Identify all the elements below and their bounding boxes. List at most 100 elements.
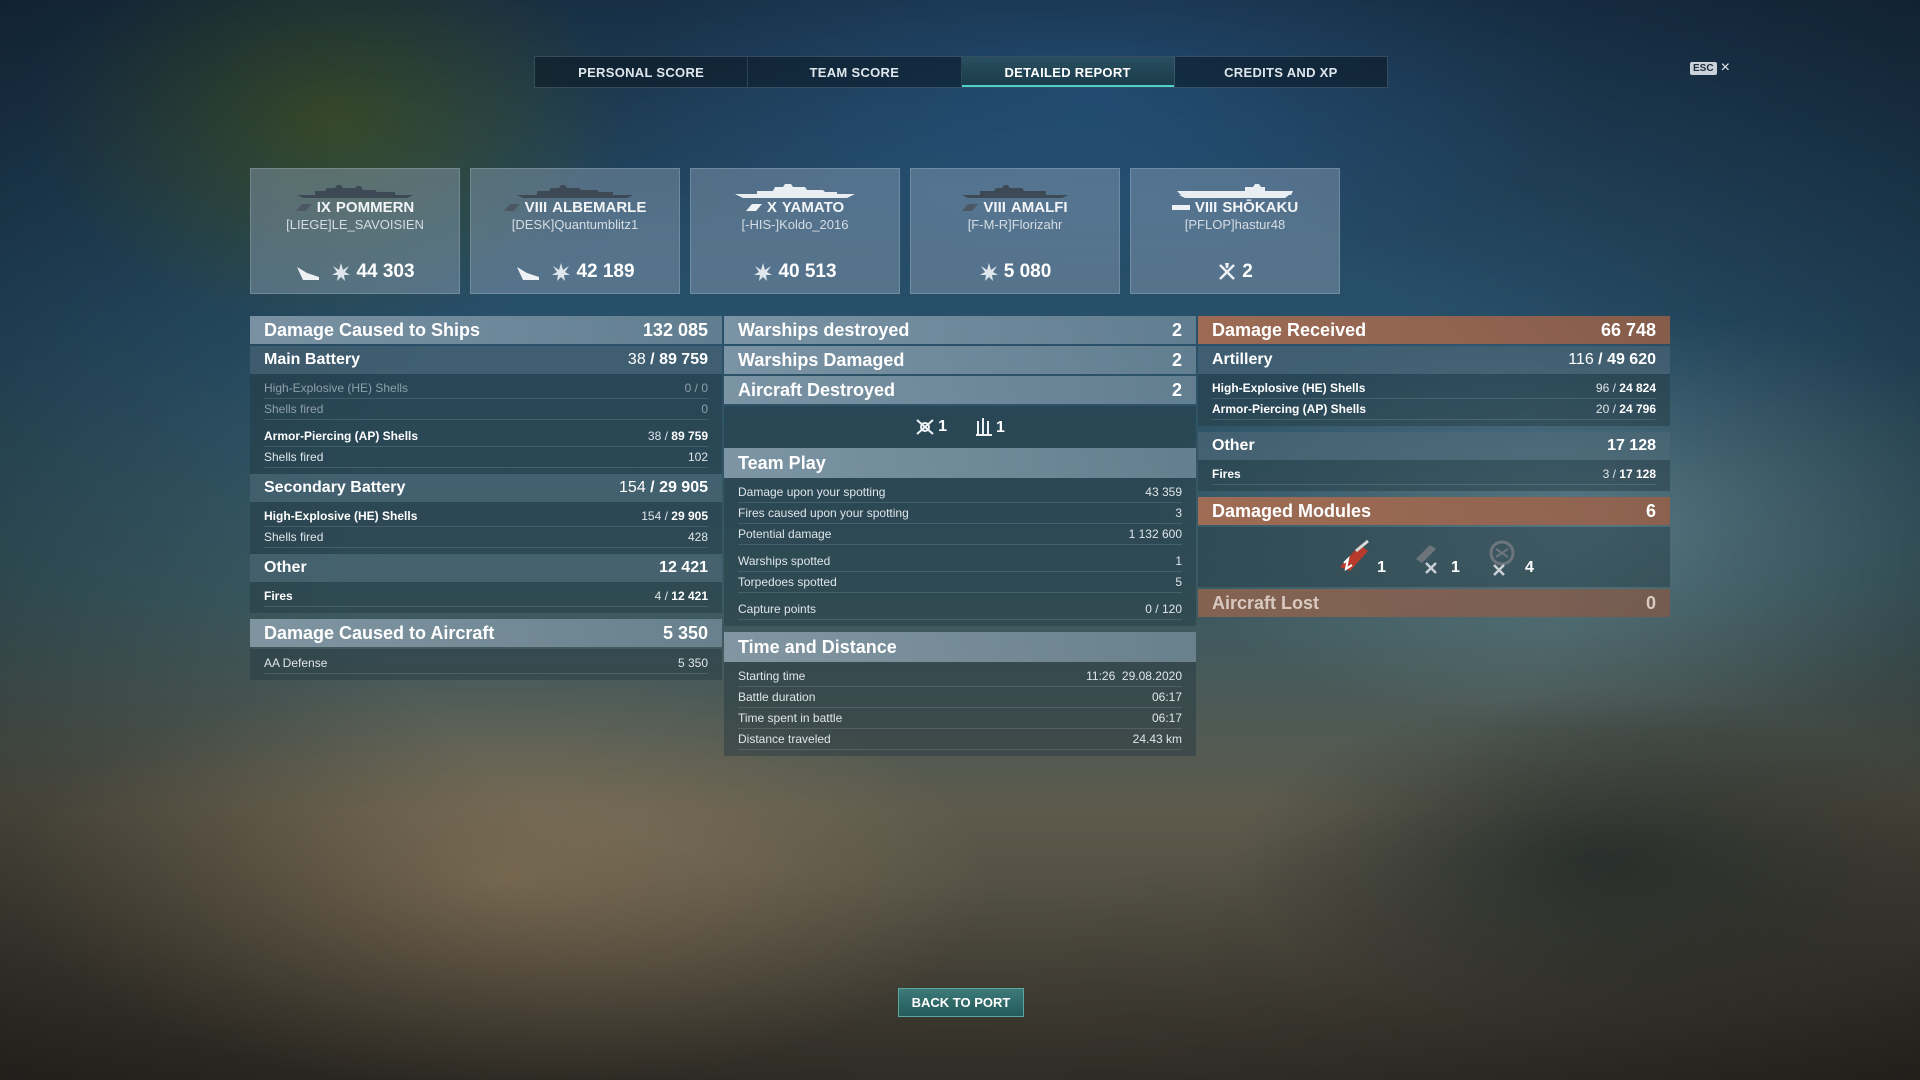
table-row: Warships spotted 1	[738, 551, 1182, 572]
ship-silhouette-icon	[735, 184, 855, 198]
row-label: High-Explosive (HE) Shells	[264, 509, 418, 523]
row-label: Starting time	[738, 669, 806, 683]
aircraft-lost-label: Aircraft Lost	[1212, 592, 1320, 613]
time-distance-label: Time and Distance	[738, 636, 897, 657]
module-aa-value: 4	[1524, 559, 1534, 576]
table-row: Shells fired 0	[264, 399, 708, 420]
warships-destroyed-header: Warships destroyed 2	[724, 316, 1196, 344]
table-row: Shells fired 428	[264, 527, 708, 548]
warships-damaged-label: Warships Damaged	[738, 349, 905, 370]
damage-icon	[979, 263, 998, 281]
planes-destroyed-value: 2	[1242, 261, 1253, 282]
ship-silhouette-icon	[962, 185, 1068, 198]
player-name: [LIEGE]LE_SAVOISIEN	[286, 217, 424, 232]
table-row: Starting time 11:26 29.08.2020	[738, 666, 1182, 687]
row-label: Capture points	[738, 602, 817, 616]
row-value: 5	[1175, 575, 1182, 589]
damage-icon	[754, 263, 773, 281]
back-to-port-button[interactable]: BACK TO PORT	[898, 988, 1024, 1017]
ship-stats: 2	[1131, 261, 1339, 283]
row-value: 0 / 120	[1145, 602, 1182, 616]
ship-title: POMMERN	[335, 199, 415, 216]
aircraft-destroyed-value: 2	[1171, 379, 1182, 400]
stat-damage: 5 080	[979, 261, 1051, 283]
row-value: 96 / 24 824	[1595, 381, 1656, 395]
damage-aircraft-label: Damage Caused to Aircraft	[264, 622, 495, 643]
row-label: Fires	[264, 589, 293, 603]
planes-destroyed-icon	[1219, 263, 1236, 280]
row-value: 3 / 17 128	[1602, 467, 1656, 481]
row-label: Torpedoes spotted	[738, 575, 837, 589]
row-value: 06:17	[1151, 711, 1182, 725]
ship-name: IX POMMERN	[251, 199, 459, 216]
aircraft-destroyed-breakdown: 1 1	[724, 406, 1196, 448]
close-button[interactable]: ESC ×	[1690, 60, 1730, 76]
tab-personal-score[interactable]: PERSONAL SCORE	[535, 57, 749, 87]
warships-damaged-header: Warships Damaged 2	[724, 346, 1196, 374]
row-damage: 17 128	[1619, 467, 1656, 481]
secondary-hits: 154	[619, 479, 646, 496]
ship-title: YAMATO	[781, 199, 845, 216]
ship-card[interactable]: VIII AMALFI [F-M-R]Florizahr 5 080	[910, 168, 1120, 294]
row-label: Warships spotted	[738, 554, 831, 568]
ship-card[interactable]: VIII SHŌKAKU [PFLOP]hastur48 2	[1130, 168, 1340, 294]
damage-ships-icon	[517, 267, 540, 280]
tab-credits-and-xp[interactable]: CREDITS AND XP	[1175, 57, 1387, 87]
ship-card[interactable]: X YAMATO [-HIS-]Koldo_2016 40 513	[690, 168, 900, 294]
artillery-label: Artillery	[1212, 351, 1273, 368]
table-row: High-Explosive (HE) Shells 96 / 24 824	[1212, 378, 1656, 399]
row-value: 4 / 12 421	[654, 589, 708, 603]
ship-silhouette-icon	[517, 185, 633, 198]
aircraft-lost-header: Aircraft Lost 0	[1198, 589, 1670, 617]
player-name: [DESK]Quantumblitz1	[511, 217, 639, 232]
ship-name: VIII SHŌKAKU	[1131, 199, 1339, 216]
table-row: Fires 4 / 12 421	[264, 586, 708, 607]
row-label: Shells fired	[264, 450, 324, 464]
row-label: Armor-Piercing (AP) Shells	[1212, 402, 1367, 416]
table-row: Shells fired 102	[264, 447, 708, 468]
table-row: Fires caused upon your spotting 3	[738, 503, 1182, 524]
tab-detailed-report[interactable]: DETAILED REPORT	[961, 57, 1175, 87]
damage-received-panel: Damage Received 66 748 Artillery 116 / 4…	[1198, 316, 1670, 619]
row-value: 1	[1175, 554, 1182, 568]
row-damage: 12 421	[671, 589, 708, 603]
row-damage: 0	[701, 381, 708, 395]
row-label: Potential damage	[738, 527, 832, 541]
damage-received-label: Damage Received	[1212, 319, 1367, 340]
row-label: High-Explosive (HE) Shells	[1212, 381, 1366, 395]
damaged-modules-value: 6	[1645, 500, 1656, 521]
table-row: Damage upon your spotting 43 359	[738, 482, 1182, 503]
table-row: Armor-Piercing (AP) Shells 38 / 89 759	[264, 426, 708, 447]
table-row: Capture points 0 / 120	[738, 599, 1182, 620]
main-battery-value: 38 / 89 759	[627, 351, 708, 368]
row-value: 43 359	[1145, 485, 1182, 499]
tab-team-score[interactable]: TEAM SCORE	[748, 57, 962, 87]
row-label: Damage upon your spotting	[738, 485, 886, 499]
player-name: [-HIS-]Koldo_2016	[741, 217, 849, 232]
main-battery-hits: 38	[627, 351, 646, 368]
ship-tier: IX	[316, 199, 331, 216]
row-label: Battle duration	[738, 690, 816, 704]
time-distance-header: Time and Distance	[724, 632, 1196, 662]
damage-caused-panel: Damage Caused to Ships 132 085 Main Batt…	[250, 316, 722, 680]
other-received-label: Other	[1212, 437, 1255, 454]
aa-icon	[976, 418, 992, 436]
carrier-icon	[1171, 205, 1190, 210]
secondary-battery-label: Secondary Battery	[264, 479, 406, 496]
row-value: 154 / 29 905	[641, 509, 708, 523]
warships-destroyed-label: Warships destroyed	[738, 319, 910, 340]
damage-ships-icon	[297, 267, 320, 280]
row-value: 3	[1175, 506, 1182, 520]
ship-card[interactable]: IX POMMERN [LIEGE]LE_SAVOISIEN 44 303	[250, 168, 460, 294]
ship-tier: X	[766, 199, 777, 216]
ship-title: ALBEMARLE	[552, 199, 647, 216]
row-hits: 154	[641, 509, 662, 523]
ship-stats: 42 189	[471, 261, 679, 283]
ship-card[interactable]: VIII ALBEMARLE [DESK]Quantumblitz1 42 18…	[470, 168, 680, 294]
achievements-panel: Warships destroyed 2 Warships Damaged 2 …	[724, 316, 1196, 756]
table-row: AA Defense 5 350	[264, 653, 708, 674]
module-secondary: 1	[1408, 537, 1460, 577]
team-play-label: Team Play	[738, 452, 826, 473]
other-received-value: 17 128	[1607, 437, 1656, 454]
stat-damage-ships	[295, 263, 321, 281]
